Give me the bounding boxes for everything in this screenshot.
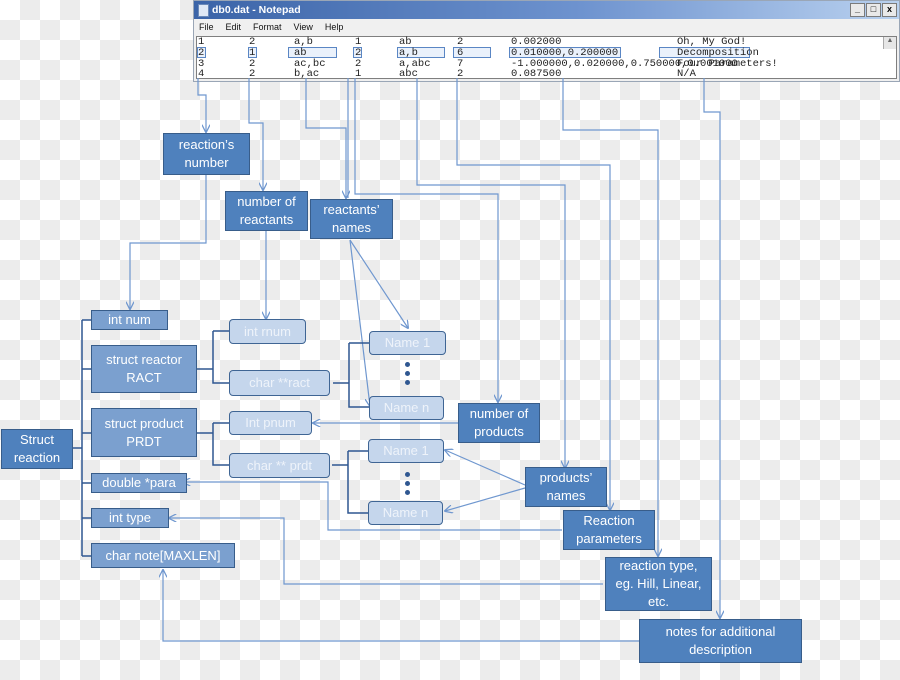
annotation-number-of-products: number of products — [458, 403, 540, 443]
connector-lines — [64, 78, 900, 642]
field-int-pnum: Int pnum — [229, 411, 312, 435]
line-reaction-parameters — [456, 78, 610, 510]
line-reactants-names-1 — [305, 78, 346, 198]
annotation-number-of-reactants: number of reactants — [225, 191, 308, 231]
reactant-name-last: Name n — [369, 396, 444, 420]
line-number-reactants — [248, 78, 263, 190]
annotation-reaction-parameters: Reaction parameters — [563, 510, 655, 550]
line-to-namen-products — [445, 487, 526, 511]
field-char-note: char note[MAXLEN] — [91, 543, 235, 568]
annotation-notes: notes for additional description — [639, 619, 802, 663]
line-notes — [703, 78, 720, 618]
annotation-reactants-names: reactants’ names — [310, 199, 393, 239]
ellipsis-dots-icon — [405, 472, 410, 499]
annotation-reaction-number: reaction’s number — [163, 133, 250, 175]
field-int-num: int num — [91, 310, 168, 330]
field-double-para: double *para — [91, 473, 187, 493]
ellipsis-dots-icon — [405, 362, 410, 389]
field-struct-product: struct product PRDT — [91, 408, 197, 457]
annotation-reaction-type: reaction type, eg. Hill, Linear, etc. — [605, 557, 712, 611]
line-to-name1-products — [445, 450, 526, 486]
field-char-prdt: char ** prdt — [229, 453, 330, 478]
product-name-first: Name 1 — [368, 439, 444, 463]
product-name-last: Name n — [368, 501, 443, 525]
field-char-ract: char **ract — [229, 370, 330, 396]
line-to-char-note — [163, 570, 640, 642]
line-reaction-number — [197, 78, 206, 132]
field-struct-reactor: struct reactor RACT — [91, 345, 197, 393]
line-to-int-num — [130, 174, 207, 309]
struct-reaction-root: Struct reaction — [1, 429, 73, 469]
reactant-name-first: Name 1 — [369, 331, 446, 355]
field-int-rnum: int rnum — [229, 319, 306, 344]
annotation-products-names: products’ names — [525, 467, 607, 507]
field-int-type: int type — [91, 508, 169, 528]
